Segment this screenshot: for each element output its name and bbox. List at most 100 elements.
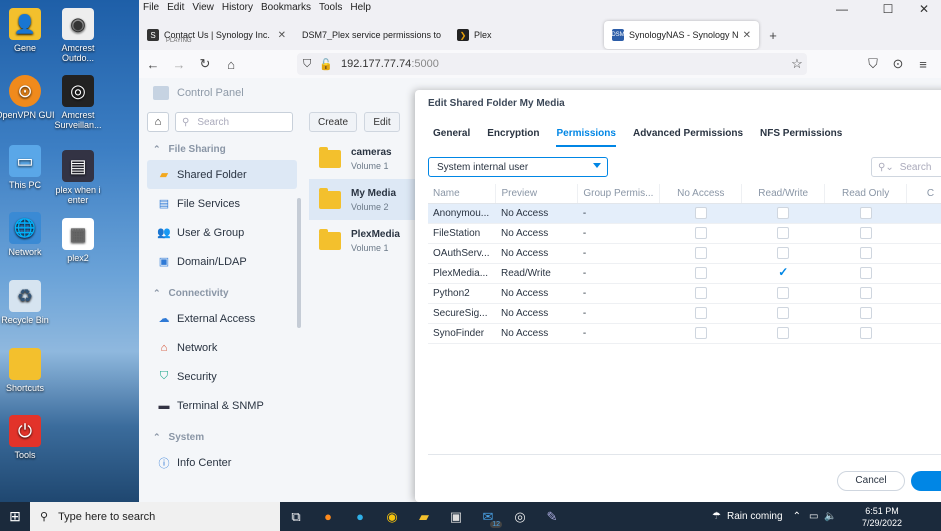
menu-bookmarks[interactable]: Bookmarks [261,2,311,13]
file-explorer-icon[interactable]: ▰ [408,502,440,531]
read-only-checkbox[interactable] [859,267,872,279]
taskbar-search-input[interactable]: ⚲ Type here to search [30,502,280,531]
tab-encryption[interactable]: Encryption [487,128,539,147]
create-button[interactable]: Create [309,112,358,132]
column-header-preview[interactable]: Preview [495,184,579,204]
weather-text[interactable]: Rain coming [727,511,783,522]
reload-icon[interactable]: ↻ [193,52,217,76]
sidebar-item-external-access[interactable]: ☁ External Access [147,304,297,333]
store-icon[interactable]: ▣ [440,502,472,531]
menu-help[interactable]: Help [350,2,371,13]
close-window-button[interactable]: ✕ [901,0,941,18]
tab-synology-contact[interactable]: S Contact Us | Synology Inc. PLAYING ✕ [139,21,294,49]
read-only-checkbox[interactable] [859,207,872,219]
desktop-icon-recycle-bin[interactable]: ♻ Recycle Bin [0,280,55,325]
volume-icon[interactable]: 🔈 [824,511,836,522]
column-header-read-only[interactable]: Read Only [824,184,908,204]
desktop-icon-network[interactable]: 🌐 Network [0,212,55,257]
sidebar-item-shared-folder[interactable]: ▰ Shared Folder [147,160,297,189]
folder-row-my-media[interactable]: My Media Volume 2 [309,179,419,220]
tab-plex[interactable]: ❯ Plex [449,21,604,49]
obs-icon[interactable]: ◎ [504,502,536,531]
folder-row-plexmedia[interactable]: PlexMedia Volume 1 [309,220,419,261]
sidebar-search-input[interactable]: ⚲ Search [175,112,293,132]
home-icon[interactable]: ⌂ [219,52,243,76]
chrome-icon[interactable]: ◉ [376,502,408,531]
sidebar-item-user-group[interactable]: 👥 User & Group [147,218,297,247]
read-only-checkbox[interactable] [859,227,872,239]
tab-permissions[interactable]: Permissions [556,128,616,147]
no-access-checkbox[interactable] [694,207,707,219]
sidebar-item-network[interactable]: ⌂ Network [147,333,297,362]
sidebar-item-terminal-snmp[interactable]: ▬ Terminal & SNMP [147,391,297,420]
close-tab-icon[interactable]: ✕ [278,30,286,41]
sidebar-item-file-services[interactable]: ▤ File Services [147,189,297,218]
read-write-checkbox-checked[interactable] [777,265,789,279]
table-row[interactable]: Python2 No Access - [428,283,941,304]
section-connectivity[interactable]: ⌃ Connectivity [147,282,297,304]
menu-file[interactable]: File [143,2,159,13]
permission-search-input[interactable]: ⚲⌄ Search [871,157,941,177]
tab-synologynas[interactable]: DSM SynologyNAS - Synology NAS ✕ [604,21,759,49]
column-header-custom[interactable]: C [906,184,941,204]
desktop-icon-gene[interactable]: 👤 Gene [0,8,55,53]
task-view-icon[interactable]: ⧉ [280,502,312,531]
table-row[interactable]: Anonymou... No Access - [428,203,941,224]
read-only-checkbox[interactable] [859,287,872,299]
mail-icon[interactable]: ✉ 12 [472,502,504,531]
sidebar-item-info-center[interactable]: ⓘ Info Center [147,448,297,477]
bookmark-star-icon[interactable]: ☆ [785,52,809,76]
home-button[interactable]: ⌂ [147,112,169,132]
column-header-no-access[interactable]: No Access [659,184,743,204]
tab-general[interactable]: General [433,128,470,147]
no-access-checkbox[interactable] [694,247,707,259]
desktop-icon-openvpn[interactable]: ⊙ OpenVPN GUI [0,75,55,120]
section-file-sharing[interactable]: ⌃ File Sharing [147,138,297,160]
sidebar-scrollbar[interactable] [297,198,301,328]
sidebar-item-security[interactable]: ⛉ Security [147,362,297,391]
address-bar[interactable]: ⛉ 🔓 192.177.77.74:5000 [297,53,807,75]
pocket-icon[interactable]: ⛉ [861,52,885,76]
read-write-checkbox[interactable] [777,207,790,219]
tab-advanced-permissions[interactable]: Advanced Permissions [633,128,743,147]
table-row[interactable]: PlexMedia... Read/Write - [428,263,941,284]
table-row[interactable]: FileStation No Access - [428,223,941,244]
close-tab-icon[interactable]: ✕ [743,30,751,41]
tab-dsm7-plex[interactable]: DSM7_Plex service permissions to Sh [294,21,449,49]
forward-arrow-icon[interactable]: → [167,52,191,76]
paint-icon[interactable]: ✎ [536,502,568,531]
read-only-checkbox[interactable] [859,327,872,339]
no-access-checkbox[interactable] [694,327,707,339]
read-only-checkbox[interactable] [859,247,872,259]
table-row[interactable]: SecureSig... No Access - [428,303,941,324]
tab-nfs-permissions[interactable]: NFS Permissions [760,128,842,147]
column-header-group-permission[interactable]: Group Permis... [577,184,661,204]
no-access-checkbox[interactable] [694,307,707,319]
table-row[interactable]: OAuthServ... No Access - [428,243,941,264]
desktop-icon-shortcuts[interactable]: Shortcuts [0,348,55,393]
read-write-checkbox[interactable] [777,327,790,339]
read-only-checkbox[interactable] [859,307,872,319]
minimize-button[interactable]: — [819,0,865,18]
clock[interactable]: 6:51 PM 7/29/2022 [862,505,902,529]
windows-start-icon[interactable]: ⊞ [0,502,30,531]
menu-view[interactable]: View [192,2,214,13]
folder-row-cameras[interactable]: cameras Volume 1 [309,138,419,179]
edit-button[interactable]: Edit [364,112,400,132]
table-row[interactable]: SynoFinder No Access - [428,323,941,344]
firefox-icon[interactable]: ● [312,502,344,531]
sidebar-item-domain-ldap[interactable]: ▣ Domain/LDAP [147,247,297,276]
read-write-checkbox[interactable] [777,287,790,299]
no-access-checkbox[interactable] [694,287,707,299]
desktop-icon-tools[interactable]: ⏻ Tools [0,415,55,460]
desktop-icon-amcrest-outdoor[interactable]: ◉ Amcrest Outdo... [48,8,108,63]
menu-history[interactable]: History [222,2,253,13]
no-access-checkbox[interactable] [694,267,707,279]
cancel-button[interactable]: Cancel [837,471,905,491]
desktop-icon-this-pc[interactable]: ▭ This PC [0,145,55,190]
chevron-up-icon[interactable]: ⌃ [793,511,801,522]
new-tab-button[interactable]: + [761,23,785,47]
desktop-icon-plex2[interactable]: ▦ plex2 [48,218,108,263]
save-button[interactable] [911,471,941,491]
account-icon[interactable]: ⊙ [886,52,910,76]
